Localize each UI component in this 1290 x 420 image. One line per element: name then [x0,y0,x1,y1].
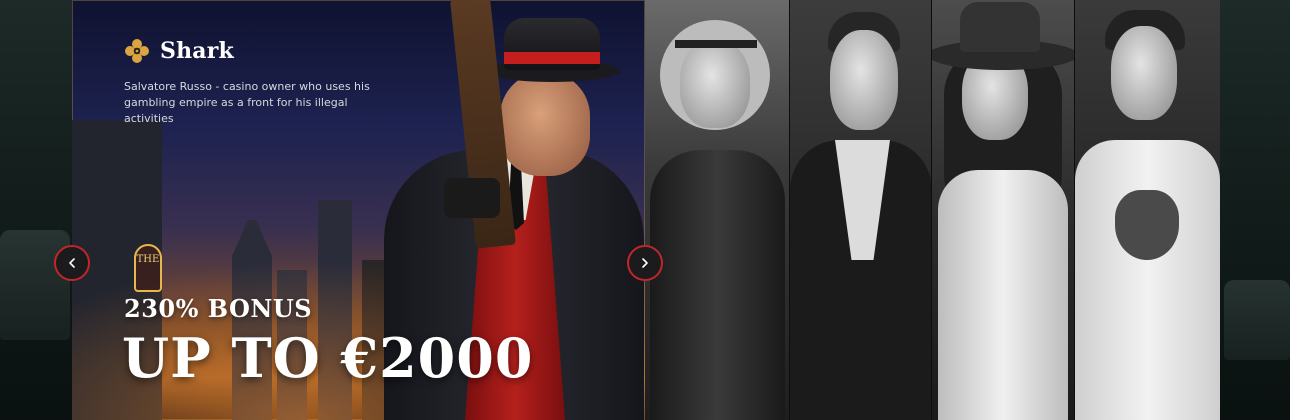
background-right [1220,0,1290,420]
bonus-percent: 230% BONUS [124,294,313,323]
carousel-next-button[interactable] [627,245,663,281]
carousel-prev-button[interactable] [54,245,90,281]
character-header: Shark [124,38,234,64]
character-name: Shark [160,38,234,64]
neon-sign: THE [134,244,162,292]
character-dress [938,170,1068,420]
character-head [680,40,750,128]
character-panel-lady[interactable] [932,0,1075,420]
character-head [500,72,590,176]
car-silhouette-right [1224,280,1290,360]
background-left [0,0,72,420]
character-panel-tattooed[interactable] [1075,0,1220,420]
chest-tattoo [1115,190,1179,260]
character-description: Salvatore Russo - casino owner who uses … [124,80,370,125]
character-panel-flapper[interactable] [645,0,790,420]
chevron-right-icon [642,258,648,268]
character-hat-crown [960,2,1040,52]
headband [675,40,757,48]
character-shirt [1075,140,1220,420]
gold-flower-icon [125,39,149,63]
tommy-gun-drum [444,178,500,218]
character-hat-band [504,52,600,64]
chevron-left-icon [69,258,75,268]
bonus-amount: UP TO €2000 [122,326,534,390]
character-dress [650,150,785,420]
character-head [1111,26,1177,120]
character-head [830,30,898,130]
character-panel-gangster[interactable] [790,0,932,420]
car-silhouette-left [0,230,70,340]
